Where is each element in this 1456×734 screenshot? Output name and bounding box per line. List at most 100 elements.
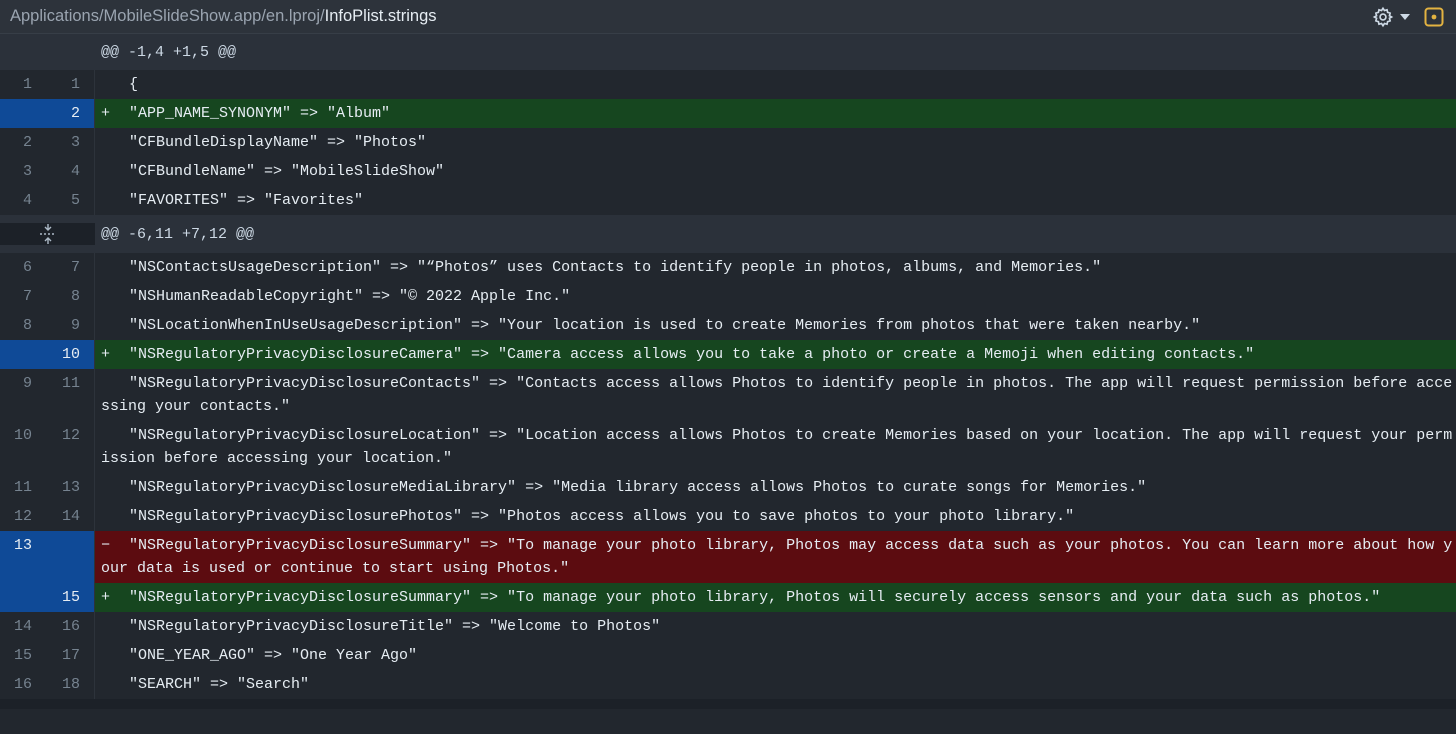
line-code: { bbox=[95, 70, 1456, 99]
old-line-number[interactable]: 3 bbox=[0, 157, 46, 186]
line-text: { bbox=[129, 76, 139, 93]
line-code: "CFBundleDisplayName" => "Photos" bbox=[95, 128, 1456, 157]
diff-line: 2 3 "CFBundleDisplayName" => "Photos" bbox=[0, 128, 1456, 157]
old-line-number[interactable]: 15 bbox=[0, 641, 46, 670]
diff-footer bbox=[0, 699, 1456, 709]
new-line-number[interactable]: 18 bbox=[46, 670, 95, 699]
diff-line: 3 4 "CFBundleName" => "MobileSlideShow" bbox=[0, 157, 1456, 186]
line-text: "NSRegulatoryPrivacyDisclosureLocation" … bbox=[101, 427, 1453, 467]
new-line-number[interactable]: 4 bbox=[46, 157, 95, 186]
new-line-number[interactable]: 8 bbox=[46, 282, 95, 311]
line-text: "NSLocationWhenInUseUsageDescription" =>… bbox=[129, 317, 1201, 334]
old-line-number[interactable]: 16 bbox=[0, 670, 46, 699]
expand-button[interactable] bbox=[0, 223, 95, 245]
line-code: "NSRegulatoryPrivacyDisclosureContacts" … bbox=[95, 369, 1456, 421]
diff-marker: + bbox=[101, 105, 111, 122]
new-line-number[interactable]: 14 bbox=[46, 502, 95, 531]
old-line-number[interactable]: 8 bbox=[0, 311, 46, 340]
file-path-directory[interactable]: Applications/MobileSlideShow.app/en.lpro… bbox=[10, 7, 325, 25]
line-code: + "APP_NAME_SYNONYM" => "Album" bbox=[95, 99, 1456, 128]
new-line-number[interactable]: 11 bbox=[46, 369, 95, 421]
line-text: "CFBundleName" => "MobileSlideShow" bbox=[129, 163, 445, 180]
new-line-number[interactable]: 3 bbox=[46, 128, 95, 157]
old-line-number[interactable]: 14 bbox=[0, 612, 46, 641]
line-code: "NSRegulatoryPrivacyDisclosureTitle" => … bbox=[95, 612, 1456, 641]
new-line-number[interactable]: 15 bbox=[46, 583, 95, 612]
diff-line: 8 9 "NSLocationWhenInUseUsageDescription… bbox=[0, 311, 1456, 340]
hunk-header-text: @@ -6,11 +7,12 @@ bbox=[101, 225, 255, 243]
line-code: "NSRegulatoryPrivacyDisclosurePhotos" =>… bbox=[95, 502, 1456, 531]
line-text: "CFBundleDisplayName" => "Photos" bbox=[129, 134, 427, 151]
new-line-number[interactable]: 12 bbox=[46, 421, 95, 473]
diff-marker: + bbox=[101, 589, 111, 606]
diff-line: 7 8 "NSHumanReadableCopyright" => "© 202… bbox=[0, 282, 1456, 311]
new-line-number[interactable]: 13 bbox=[46, 473, 95, 502]
diff-line: 9 11 "NSRegulatoryPrivacyDisclosureConta… bbox=[0, 369, 1456, 421]
old-line-number[interactable]: 11 bbox=[0, 473, 46, 502]
line-code: "FAVORITES" => "Favorites" bbox=[95, 186, 1456, 215]
new-line-number[interactable]: 1 bbox=[46, 70, 95, 99]
gear-icon bbox=[1372, 6, 1394, 27]
line-code: "NSHumanReadableCopyright" => "© 2022 Ap… bbox=[95, 282, 1456, 311]
line-text: "NSRegulatoryPrivacyDisclosureSummary" =… bbox=[101, 537, 1453, 577]
file-path-filename[interactable]: InfoPlist.strings bbox=[325, 7, 437, 25]
line-text: "SEARCH" => "Search" bbox=[129, 676, 310, 693]
diff-line: 11 13 "NSRegulatoryPrivacyDisclosureMedi… bbox=[0, 473, 1456, 502]
new-line-number[interactable]: 7 bbox=[46, 253, 95, 282]
diff-line: 6 7 "NSContactsUsageDescription" => "“Ph… bbox=[0, 253, 1456, 282]
diff-line: 10 12 "NSRegulatoryPrivacyDisclosureLoca… bbox=[0, 421, 1456, 473]
old-line-number[interactable]: 2 bbox=[0, 128, 46, 157]
new-line-number[interactable]: 17 bbox=[46, 641, 95, 670]
line-text: "NSRegulatoryPrivacyDisclosureTitle" => … bbox=[129, 618, 661, 635]
old-line-number[interactable]: 7 bbox=[0, 282, 46, 311]
old-line-number[interactable] bbox=[0, 99, 46, 128]
expand-icon bbox=[39, 224, 56, 244]
settings-dropdown-button[interactable] bbox=[1372, 6, 1410, 28]
diff-line: 16 18 "SEARCH" => "Search" bbox=[0, 670, 1456, 699]
diff-marker: − bbox=[101, 537, 111, 554]
line-code: "NSRegulatoryPrivacyDisclosureLocation" … bbox=[95, 421, 1456, 473]
line-text: "APP_NAME_SYNONYM" => "Album" bbox=[129, 105, 391, 122]
line-code: "NSRegulatoryPrivacyDisclosureMediaLibra… bbox=[95, 473, 1456, 502]
diff-line-removed: 13 − "NSRegulatoryPrivacyDisclosureSummar… bbox=[0, 531, 1456, 583]
line-text: "NSHumanReadableCopyright" => "© 2022 Ap… bbox=[129, 288, 571, 305]
old-line-number[interactable]: 12 bbox=[0, 502, 46, 531]
line-text: "FAVORITES" => "Favorites" bbox=[129, 192, 364, 209]
old-line-number[interactable]: 10 bbox=[0, 421, 46, 473]
line-text: "NSRegulatoryPrivacyDisclosureMediaLibra… bbox=[129, 479, 1147, 496]
new-line-number[interactable]: 9 bbox=[46, 311, 95, 340]
line-text: "NSRegulatoryPrivacyDisclosureCamera" =>… bbox=[129, 346, 1255, 363]
line-text: "ONE_YEAR_AGO" => "One Year Ago" bbox=[129, 647, 418, 664]
diff-marker: + bbox=[101, 346, 111, 363]
line-code: "NSContactsUsageDescription" => "“Photos… bbox=[95, 253, 1456, 282]
old-line-number[interactable]: 4 bbox=[0, 186, 46, 215]
diff-line: 4 5 "FAVORITES" => "Favorites" bbox=[0, 186, 1456, 215]
old-line-number[interactable]: 9 bbox=[0, 369, 46, 421]
diff-line: 1 1 { bbox=[0, 70, 1456, 99]
diff-line-added: 10 + "NSRegulatoryPrivacyDisclosureCamera… bbox=[0, 340, 1456, 369]
old-line-number[interactable]: 1 bbox=[0, 70, 46, 99]
old-line-number[interactable]: 6 bbox=[0, 253, 46, 282]
hunk-header: @@ -6,11 +7,12 @@ bbox=[0, 215, 1456, 253]
line-code: − "NSRegulatoryPrivacyDisclosureSummary" … bbox=[95, 531, 1456, 583]
new-line-number[interactable]: 10 bbox=[46, 340, 95, 369]
hunk-header: @@ -1,4 +1,5 @@ bbox=[0, 34, 1456, 70]
old-line-number[interactable] bbox=[0, 583, 46, 612]
file-header: Applications/MobileSlideShow.app/en.lpro… bbox=[0, 0, 1456, 34]
diff-line-added: 2 + "APP_NAME_SYNONYM" => "Album" bbox=[0, 99, 1456, 128]
line-text: "NSRegulatoryPrivacyDisclosurePhotos" =>… bbox=[129, 508, 1075, 525]
line-code: "SEARCH" => "Search" bbox=[95, 670, 1456, 699]
view-file-icon[interactable] bbox=[1424, 7, 1444, 27]
old-line-number[interactable]: 13 bbox=[0, 531, 46, 583]
line-text: "NSRegulatoryPrivacyDisclosureSummary" =… bbox=[129, 589, 1381, 606]
line-code: "ONE_YEAR_AGO" => "One Year Ago" bbox=[95, 641, 1456, 670]
line-text: "NSContactsUsageDescription" => "“Photos… bbox=[129, 259, 1102, 276]
new-line-number[interactable]: 2 bbox=[46, 99, 95, 128]
old-line-number[interactable] bbox=[0, 340, 46, 369]
new-line-number[interactable]: 5 bbox=[46, 186, 95, 215]
line-text: "NSRegulatoryPrivacyDisclosureContacts" … bbox=[101, 375, 1453, 415]
new-line-number[interactable]: 16 bbox=[46, 612, 95, 641]
hunk-header-text: @@ -1,4 +1,5 @@ bbox=[101, 43, 237, 61]
new-line-number[interactable] bbox=[46, 531, 95, 583]
diff-line: 15 17 "ONE_YEAR_AGO" => "One Year Ago" bbox=[0, 641, 1456, 670]
